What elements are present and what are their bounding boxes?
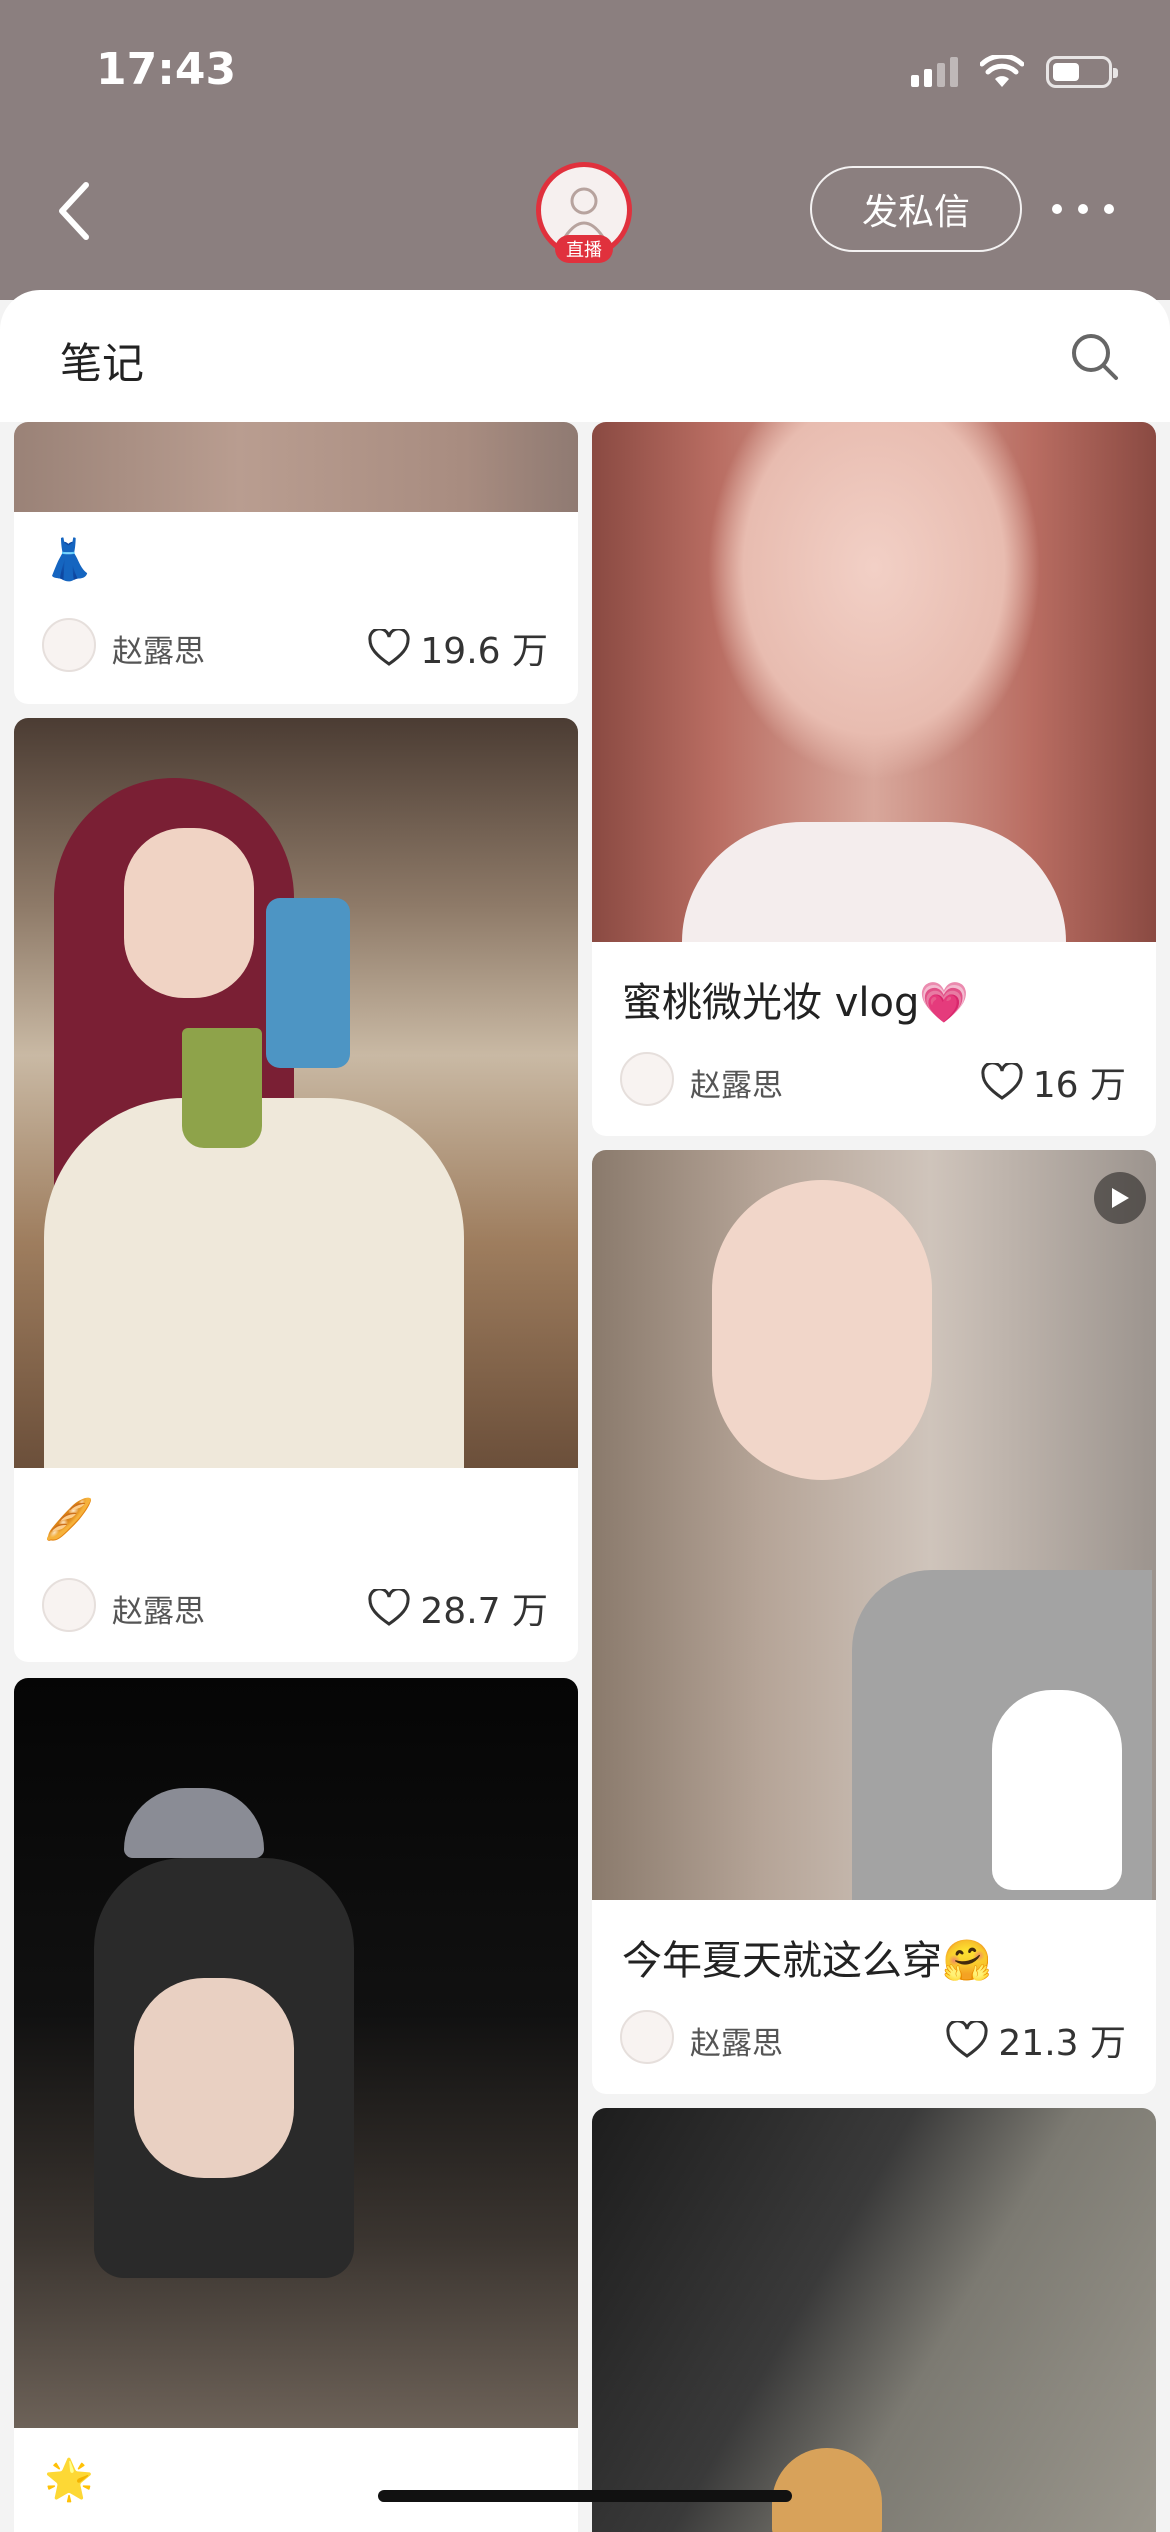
heart-icon <box>368 1589 410 1626</box>
like-button[interactable]: 16 万 <box>981 1056 1126 1108</box>
profile-header: 17:43 直播 发私信 <box>0 0 1170 300</box>
home-indicator <box>378 2490 792 2502</box>
search-icon <box>1072 334 1118 380</box>
battery-icon <box>1046 56 1118 88</box>
wifi-icon <box>980 55 1024 87</box>
cap-shape <box>124 1788 264 1858</box>
note-cover-image <box>592 1150 1156 1900</box>
author-avatar <box>42 618 96 672</box>
note-card[interactable] <box>592 2108 1156 2532</box>
note-meta: 赵露思 21.3 万 <box>620 2010 1126 2066</box>
like-button[interactable]: 21.3 万 <box>946 2014 1126 2066</box>
note-cover-image <box>592 2108 1156 2532</box>
jacket-shape <box>44 1098 464 1468</box>
note-title: 👗 <box>44 537 94 583</box>
sheet-title: 笔记 <box>60 339 145 388</box>
legs-shape <box>134 1978 294 2178</box>
like-button[interactable]: 28.7 万 <box>368 1582 548 1634</box>
note-title: 今年夏天就这么穿🤗 <box>622 1938 992 1984</box>
like-button[interactable]: 19.6 万 <box>368 622 548 674</box>
face-shape <box>124 828 254 998</box>
back-chevron-icon <box>59 182 89 240</box>
heart-icon <box>981 1063 1023 1100</box>
sweater-shape <box>682 822 1066 942</box>
note-card[interactable]: 今年夏天就这么穿🤗 赵露思 21.3 万 <box>592 1150 1156 2094</box>
author-name: 赵露思 <box>112 1594 205 1630</box>
heart-icon <box>368 629 410 666</box>
search-button[interactable] <box>1068 330 1122 384</box>
note-card[interactable]: 蜜桃微光妆 vlog💗 赵露思 16 万 <box>592 422 1156 1136</box>
live-badge: 直播 <box>555 235 613 263</box>
note-meta: 赵露思 16 万 <box>620 1052 1126 1108</box>
like-count: 19.6 万 <box>420 631 548 672</box>
note-title: 🌟 <box>44 2457 94 2503</box>
author-avatar <box>620 2010 674 2064</box>
notes-sheet-header: 笔记 <box>0 290 1170 422</box>
live-avatar[interactable]: 直播 <box>536 162 632 263</box>
author-avatar <box>42 1578 96 1632</box>
note-cover-image <box>14 422 578 512</box>
note-card[interactable]: 👗 赵露思 19.6 万 <box>14 422 578 704</box>
more-dots-icon[interactable] <box>1052 192 1114 226</box>
note-title: 🥖 <box>44 1497 94 1543</box>
send-message-button[interactable]: 发私信 <box>810 166 1022 252</box>
status-time: 17:43 <box>96 44 237 95</box>
note-meta: 赵露思 19.6 万 <box>42 618 548 674</box>
doodle-sticker <box>992 1690 1122 1890</box>
note-card[interactable]: 🥖 赵露思 28.7 万 <box>14 718 578 1662</box>
like-count: 28.7 万 <box>420 1591 548 1632</box>
face-shape <box>712 1180 932 1480</box>
like-count: 16 万 <box>1032 1065 1126 1106</box>
note-title: 蜜桃微光妆 vlog💗 <box>622 980 970 1026</box>
back-button[interactable] <box>48 176 98 246</box>
author-name: 赵露思 <box>112 634 205 670</box>
drink-cup <box>182 1028 262 1148</box>
note-cover-image <box>592 422 1156 942</box>
signal-icon <box>911 57 958 87</box>
note-card[interactable]: 🌟 <box>14 1678 578 2532</box>
play-icon <box>1112 1188 1129 1208</box>
status-icons <box>911 52 1118 92</box>
author-name: 赵露思 <box>690 1068 783 1104</box>
like-count: 21.3 万 <box>998 2023 1126 2064</box>
note-meta: 赵露思 28.7 万 <box>42 1578 548 1634</box>
phone-shape <box>266 898 350 1068</box>
heart-icon <box>946 2021 988 2058</box>
author-name: 赵露思 <box>690 2026 783 2062</box>
avatar-illustration <box>563 187 605 238</box>
play-badge[interactable] <box>1094 1172 1146 1224</box>
note-cover-image <box>14 1678 578 2428</box>
author-avatar <box>620 1052 674 1106</box>
note-cover-image <box>14 718 578 1468</box>
